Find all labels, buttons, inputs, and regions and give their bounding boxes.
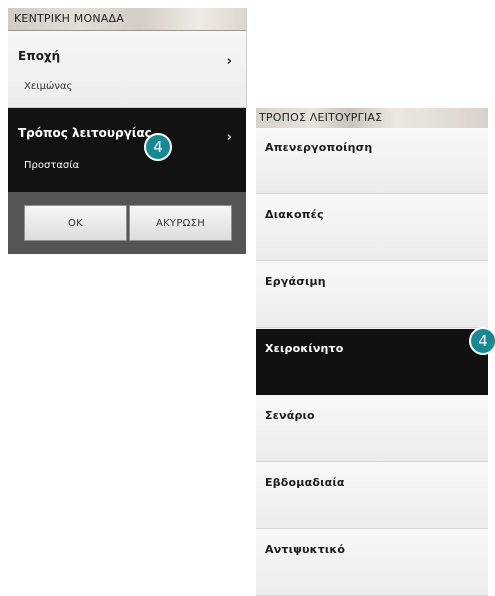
mode-option[interactable]: Αντιψυκτικό [256,530,488,596]
mode-option[interactable]: Εργάσιμη [256,262,488,328]
season-title: Εποχή [18,49,61,63]
ok-button[interactable]: OK [24,205,127,241]
mode-option-label: Σενάριο [265,409,315,422]
callout-badge: 4 [144,133,172,161]
panel-header: ΤΡΟΠΟΣ ΛΕΙΤΟΥΡΓΙΑΣ [256,108,488,129]
season-value: Χειμώνας [24,81,73,92]
mode-option[interactable]: Εβδομαδιαία [256,463,488,529]
operating-mode-title: Τρόπος λειτουργίας [18,126,152,140]
mode-option-label: Διακοπές [265,208,324,221]
season-row[interactable]: Εποχή › Χειμώνας [8,31,246,108]
operating-mode-row[interactable]: Τρόπος λειτουργίας › Προστασία [8,108,246,192]
panel-title: ΚΕΝΤΡΙΚΗ ΜΟΝΑΔΑ [14,12,124,25]
mode-option-label: Αντιψυκτικό [265,543,346,556]
panel-header: ΚΕΝΤΡΙΚΗ ΜΟΝΑΔΑ [8,8,246,31]
mode-option-label: Χειροκίνητο [265,342,344,355]
mode-option[interactable]: Διακοπές [256,195,488,261]
blank-area [246,8,489,108]
mode-option[interactable]: Απενεργοποίηση [256,128,488,194]
callout-badge: 4 [469,327,495,355]
chevron-right-icon: › [226,54,232,69]
mode-option-label: Εβδομαδιαία [265,476,345,489]
panel-title: ΤΡΟΠΟΣ ΛΕΙΤΟΥΡΓΙΑΣ [259,111,383,124]
mode-option[interactable]: Σενάριο [256,396,488,462]
mode-option-label: Εργάσιμη [265,275,326,288]
central-unit-panel: ΚΕΝΤΡΙΚΗ ΜΟΝΑΔΑ Εποχή › Χειμώνας Τρόπος … [8,8,246,254]
mode-option-label: Απενεργοποίηση [265,141,373,154]
operating-mode-value: Προστασία [24,160,80,171]
mode-option[interactable]: Χειροκίνητο [256,329,488,395]
cancel-button[interactable]: ΑΚΥΡΩΣΗ [129,205,232,241]
chevron-right-icon: › [226,130,232,145]
operating-mode-panel: ΤΡΟΠΟΣ ΛΕΙΤΟΥΡΓΙΑΣ Απενεργοποίηση Διακοπέ… [256,108,488,596]
button-bar: OK ΑΚΥΡΩΣΗ [8,192,246,254]
